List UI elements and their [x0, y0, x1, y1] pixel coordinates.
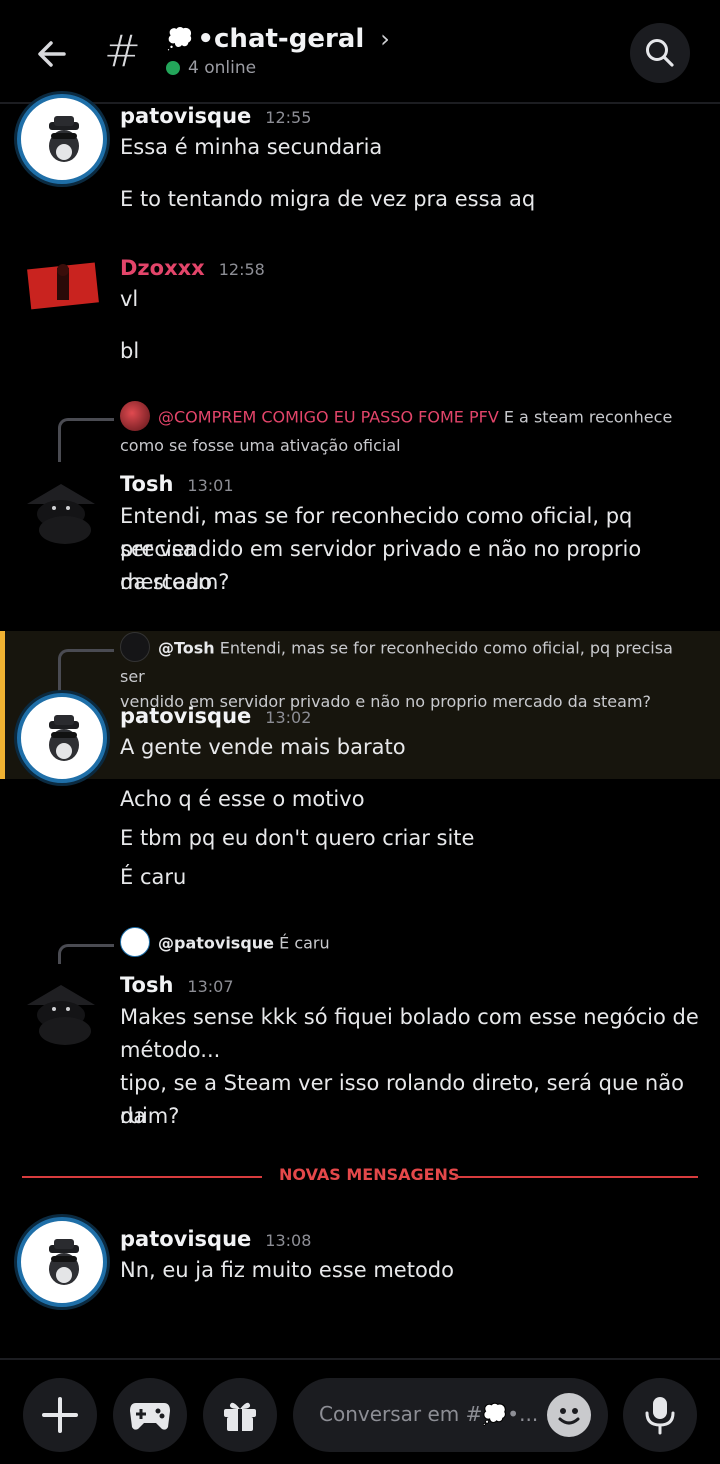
message-text: Essa é minha secundaria — [120, 135, 383, 159]
message-timestamp: 13:01 — [187, 476, 234, 495]
message-text: E tbm pq eu don't quero criar site — [120, 826, 475, 850]
microphone-icon — [645, 1397, 675, 1435]
message-text: ruim? — [120, 1104, 180, 1128]
reply-text: E a steam reconhece — [498, 407, 673, 427]
online-status: 4 online — [166, 58, 256, 78]
message-username[interactable]: patovisque 13:02 — [120, 704, 311, 728]
message-text: Nn, eu ja fiz muito esse metodo — [120, 1258, 454, 1282]
message-username[interactable]: Dzoxxx 12:58 — [120, 256, 265, 280]
channel-title[interactable]: 💭 •chat-geral › — [166, 24, 390, 54]
message-timestamp: 13:08 — [265, 1231, 312, 1250]
penguin-avatar-icon — [49, 1239, 79, 1285]
reply-connector — [58, 418, 114, 462]
reply-avatar — [120, 401, 150, 431]
activities-button[interactable] — [113, 1378, 187, 1452]
message-username[interactable]: Tosh 13:01 — [120, 472, 234, 496]
online-count: 4 online — [188, 58, 257, 78]
search-button[interactable] — [630, 23, 690, 83]
message-text: E to tentando migra de vez pra essa aq — [120, 187, 536, 211]
message-text: Makes sense kkk só fiquei bolado com ess… — [120, 1005, 699, 1029]
reply-avatar — [120, 632, 150, 662]
emoji-button[interactable] — [547, 1393, 591, 1437]
reply-preview[interactable]: @Tosh Entendi, mas se for reconhecido co… — [120, 632, 700, 714]
gift-icon — [224, 1402, 256, 1431]
message-username[interactable]: Tosh 13:07 — [120, 973, 234, 997]
emoji-icon — [558, 1408, 580, 1425]
reply-avatar — [120, 927, 150, 957]
avatar[interactable] — [17, 1217, 107, 1307]
reply-preview[interactable]: @patovisque É caru — [120, 927, 700, 959]
hash-icon: # — [104, 26, 141, 77]
avatar[interactable] — [17, 693, 107, 783]
channel-name: •chat-geral — [197, 24, 365, 54]
avatar[interactable] — [17, 971, 107, 1061]
avatar[interactable] — [17, 244, 107, 334]
avatar[interactable] — [17, 94, 107, 184]
reply-mention: @patovisque — [158, 933, 275, 953]
reply-text: como se fosse uma ativação oficial — [120, 436, 401, 455]
reply-mention: @Tosh — [158, 638, 215, 658]
message-text: bl — [120, 339, 140, 363]
message-input-placeholder: Conversar em #💭•... — [319, 1402, 539, 1426]
message-text: método... — [120, 1038, 221, 1062]
new-messages-divider: NOVAS MENSAGENS — [22, 1165, 698, 1189]
gift-button[interactable] — [203, 1378, 277, 1452]
channel-header: # 💭 •chat-geral › 4 online — [0, 0, 720, 104]
message-text: A gente vende mais barato — [120, 735, 406, 759]
message-timestamp: 12:55 — [265, 108, 312, 127]
tosh-avatar-icon — [27, 985, 95, 1045]
voice-message-button[interactable] — [623, 1378, 697, 1452]
online-dot-icon — [166, 61, 180, 75]
message-text: da steam? — [120, 570, 230, 594]
gamepad-icon — [130, 1403, 170, 1430]
reply-preview[interactable]: @COMPREM COMIGO EU PASSO FOME PFV E a st… — [120, 401, 700, 458]
search-icon — [646, 39, 674, 67]
message-timestamp: 12:58 — [218, 260, 265, 279]
plus-icon — [42, 1397, 78, 1433]
penguin-avatar-icon — [49, 116, 79, 162]
back-button[interactable] — [30, 32, 74, 76]
message-input[interactable]: Conversar em #💭•... — [293, 1378, 608, 1452]
message-text: Acho q é esse o motivo — [120, 787, 365, 811]
dzoxxx-avatar-icon — [27, 262, 99, 310]
avatar[interactable] — [17, 470, 107, 560]
penguin-avatar-icon — [49, 715, 79, 761]
message-username[interactable]: patovisque 13:08 — [120, 1227, 311, 1251]
message-timestamp: 13:07 — [187, 977, 234, 996]
reply-connector — [58, 944, 114, 964]
add-attachment-button[interactable] — [23, 1378, 97, 1452]
reply-text: É caru — [274, 933, 330, 953]
message-text: vl — [120, 287, 139, 311]
divider-label: NOVAS MENSAGENS — [279, 1165, 460, 1184]
chevron-right-icon: › — [380, 25, 390, 53]
reply-mention: @COMPREM COMIGO EU PASSO FOME PFV — [158, 407, 499, 427]
composer-bar: Conversar em #💭•... — [0, 1358, 720, 1464]
back-arrow-icon — [38, 41, 66, 67]
message-username[interactable]: patovisque 12:55 — [120, 104, 311, 128]
channel-emoji: 💭 — [166, 26, 194, 52]
message-text: É caru — [120, 865, 187, 889]
message-timestamp: 13:02 — [265, 708, 312, 727]
tosh-avatar-icon — [27, 484, 95, 544]
reply-connector — [58, 649, 114, 693]
